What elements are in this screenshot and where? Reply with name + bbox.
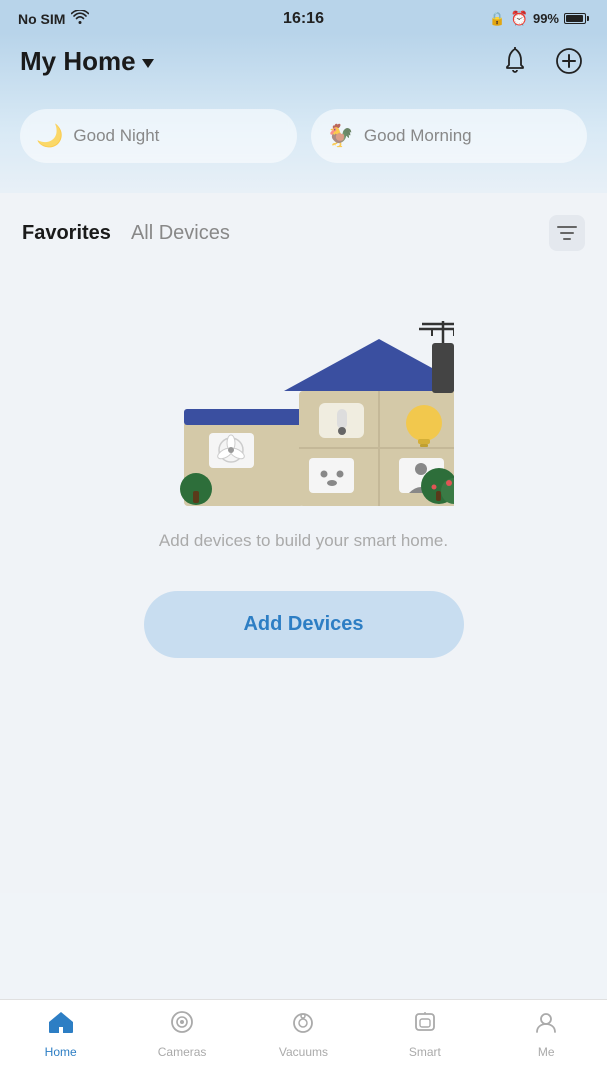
home-title-container[interactable]: My Home — [20, 46, 154, 77]
good-night-button[interactable]: 🌙 Good Night — [20, 109, 297, 163]
nav-label-smart: Smart — [409, 1045, 441, 1059]
filter-button[interactable] — [549, 215, 585, 251]
nav-tab-home[interactable]: Home — [31, 1010, 91, 1059]
nav-tab-me[interactable]: Me — [516, 1010, 576, 1059]
house-illustration — [154, 291, 454, 511]
nav-tab-vacuums[interactable]: Vacuums — [273, 1010, 333, 1059]
home-nav-icon — [48, 1010, 74, 1041]
nav-label-cameras: Cameras — [158, 1045, 207, 1059]
bottom-nav: Home Cameras Vacuums — [0, 999, 607, 1079]
status-right: 🔒 ⏰ 99% — [489, 10, 589, 27]
main-content: Favorites All Devices — [0, 193, 607, 893]
filter-icon — [557, 225, 577, 241]
tab-all-devices[interactable]: All Devices — [131, 222, 230, 245]
lock-icon: 🔒 — [489, 11, 505, 27]
add-devices-button[interactable]: Add Devices — [144, 591, 464, 658]
status-left: No SIM — [18, 10, 89, 27]
nav-label-vacuums: Vacuums — [279, 1045, 328, 1059]
wifi-icon — [71, 10, 89, 27]
moon-icon: 🌙 — [36, 123, 63, 149]
good-morning-button[interactable]: 🐓 Good Morning — [311, 109, 588, 163]
nav-label-me: Me — [538, 1045, 555, 1059]
bell-button[interactable] — [497, 43, 533, 79]
home-title-text: My Home — [20, 46, 136, 77]
bell-icon — [502, 47, 528, 75]
status-bar: No SIM 16:16 🔒 ⏰ 99% — [0, 0, 607, 33]
add-button[interactable] — [551, 43, 587, 79]
nav-tab-cameras[interactable]: Cameras — [152, 1010, 212, 1059]
good-morning-label: Good Morning — [364, 126, 472, 146]
good-night-label: Good Night — [73, 126, 159, 146]
carrier-text: No SIM — [18, 11, 65, 27]
alarm-icon: ⏰ — [511, 10, 528, 27]
add-circle-icon — [555, 47, 583, 75]
nav-tab-smart[interactable]: Smart — [395, 1010, 455, 1059]
header-area: My Home 🌙 Good Night — [0, 33, 607, 193]
tabs-left: Favorites All Devices — [22, 222, 230, 245]
nav-icons — [497, 43, 587, 79]
me-nav-icon — [533, 1010, 559, 1041]
scene-row: 🌙 Good Night 🐓 Good Morning — [20, 109, 587, 163]
status-time: 16:16 — [283, 10, 324, 28]
vacuums-nav-icon — [290, 1010, 316, 1041]
chevron-down-icon — [142, 59, 154, 68]
top-nav: My Home — [20, 33, 587, 99]
cameras-nav-icon — [169, 1010, 195, 1041]
battery-icon — [564, 13, 589, 24]
rooster-icon: 🐓 — [327, 123, 354, 149]
house-area: Add devices to build your smart home. Ad… — [0, 261, 607, 678]
empty-state-text: Add devices to build your smart home. — [159, 531, 448, 551]
nav-label-home: Home — [45, 1045, 77, 1059]
tabs-row: Favorites All Devices — [0, 193, 607, 261]
smart-nav-icon — [412, 1010, 438, 1041]
battery-pct: 99% — [533, 11, 559, 26]
tab-favorites[interactable]: Favorites — [22, 222, 111, 245]
